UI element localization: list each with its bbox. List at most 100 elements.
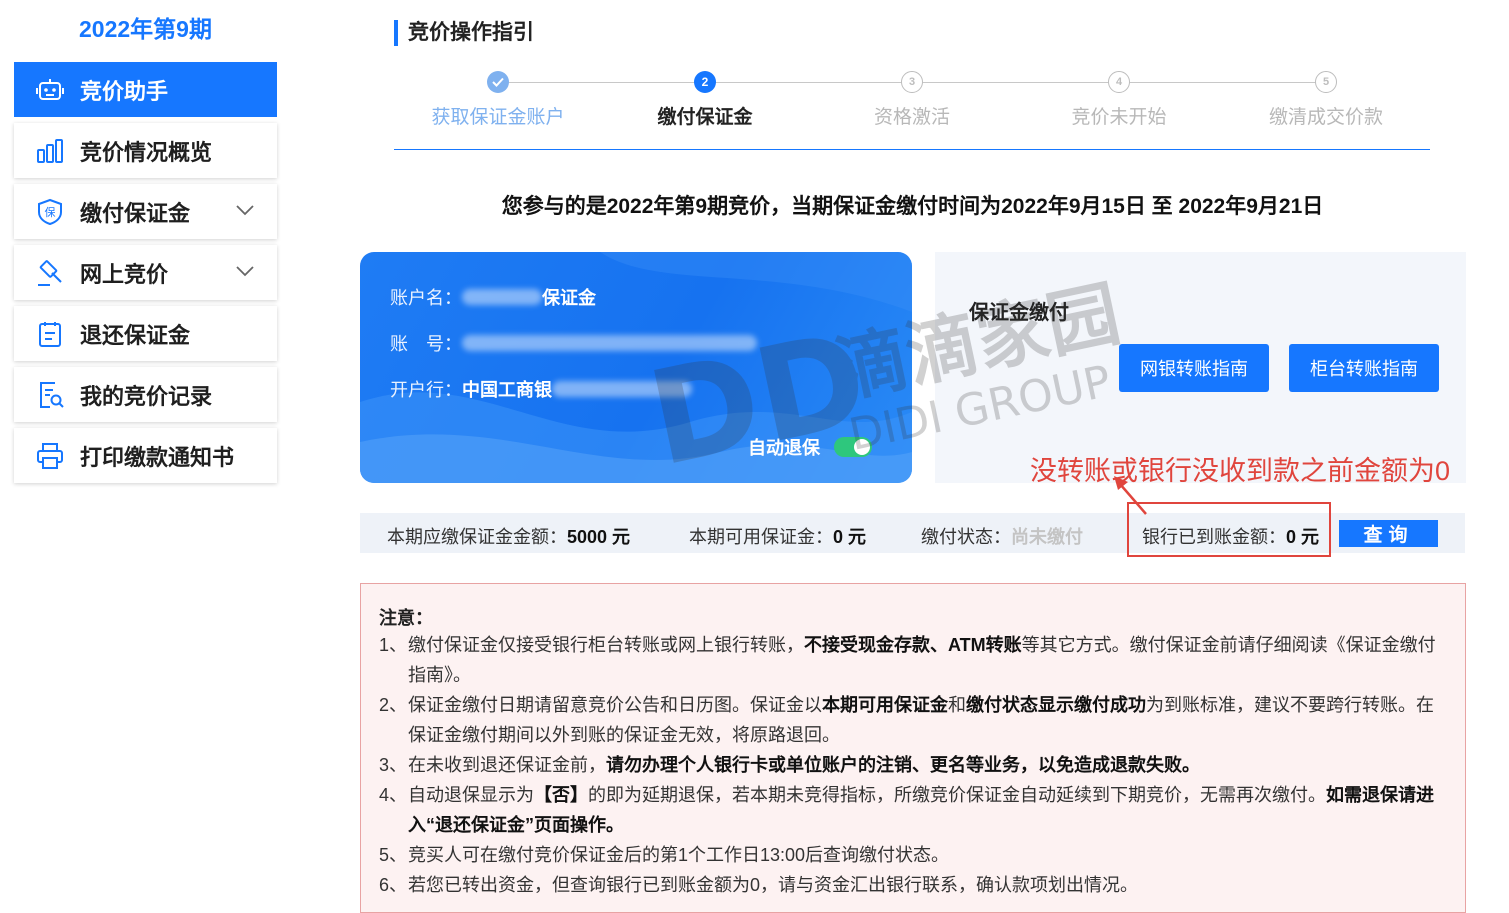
printer-icon [34,440,66,472]
available-amount-label: 本期可用保证金： [689,527,833,547]
note-number: 4、 [379,785,408,805]
note-emphasis: 【否】 [534,785,588,805]
chevron-down-icon[interactable] [235,264,255,282]
account-number-row: 账 号： [390,330,757,356]
note-emphasis: 不接受现金存款、ATM转账 [804,635,1022,655]
note-item: 5、 竞买人可在缴付竞价保证金后的第1个工作日13:00后查询缴付状态。 [379,840,1444,870]
check-icon [487,71,509,93]
sidebar-item-label: 退还保证金 [80,322,191,348]
auto-refund-control: 自动退保 [748,434,872,460]
step-label: 竞价未开始 [1071,107,1167,128]
note-segment: 的即为延期退保，若本期未竞得指标，所缴竞价保证金自动延续到下期竞价，无需再次缴付… [588,785,1326,805]
sidebar-item-label: 竞价情况概览 [80,139,213,165]
auto-refund-label: 自动退保 [748,438,820,458]
step-number: 3 [901,71,923,93]
note-number: 2、 [379,695,408,715]
annotation-text: 没转账或银行没收到款之前金额为0 [1030,456,1451,486]
redacted-account-number [462,335,757,351]
sidebar-item-label: 网上竞价 [80,261,169,287]
counter-transfer-guide-button[interactable]: 柜台转账指南 [1289,344,1439,392]
note-segment: 若您已转出资金，但查询银行已到账金额为0，请与资金汇出银行联系，确认款项划出情况… [408,875,1139,895]
step-number: 4 [1108,71,1130,93]
step-label: 获取保证金账户 [431,107,565,128]
note-segment: 和 [948,695,966,715]
deposit-account-card: 账户名： 保证金 账 号： 开户行： 中国工商银 自动退保 [360,252,912,483]
query-button[interactable]: 查询 [1339,520,1438,547]
online-transfer-guide-button[interactable]: 网银转账指南 [1119,344,1269,392]
account-name-label: 账户名： [390,288,462,308]
step-label: 资格激活 [873,107,950,128]
note-item: 1、 缴付保证金仅接受银行柜台转账或网上银行转账，不接受现金存款、ATM转账等其它… [379,630,1444,690]
sidebar-item-pay-deposit[interactable]: 保 缴付保证金 [14,184,277,239]
chevron-down-icon[interactable] [235,203,255,221]
step-pay-deposit[interactable]: 2 缴付保证金 [605,71,805,129]
note-number: 1、 [379,635,408,655]
payment-panel-title: 保证金缴付 [969,302,1069,324]
auto-refund-toggle[interactable] [834,437,872,457]
note-number: 6、 [379,875,408,895]
due-amount-label: 本期应缴保证金金额： [387,527,567,547]
payment-status-label: 缴付状态： [921,527,1011,547]
refund-document-icon [34,318,66,350]
note-segment: 竞买人可在缴付竞价保证金后的第1个工作日13:00后查询缴付状态。 [408,845,950,865]
step-number: 2 [694,71,716,93]
sidebar-item-refund-deposit[interactable]: 退还保证金 [14,306,277,361]
svg-text:保: 保 [45,205,56,219]
sidebar-item-print-notice[interactable]: 打印缴款通知书 [14,428,277,483]
payment-status-value: 尚未缴付 [1011,527,1083,547]
sidebar-item-bid-overview[interactable]: 竞价情况概览 [14,123,277,178]
sidebar-item-label: 竞价助手 [80,78,169,104]
available-amount: 本期可用保证金：0 元 [689,523,866,549]
note-text: 自动退保显示为【否】的即为延期退保，若本期未竞得指标，所缴竞价保证金自动延续到下… [379,780,1444,840]
redacted-text [552,381,692,397]
sidebar-item-my-bid-records[interactable]: 我的竞价记录 [14,367,277,422]
account-number-label: 账 号： [390,334,462,354]
note-text: 缴付保证金仅接受银行柜台转账或网上银行转账，不接受现金存款、ATM转账等其它方式… [379,630,1444,690]
note-text: 保证金缴付日期请留意竞价公告和日历图。保证金以本期可用保证金和缴付状态显示缴付成… [379,690,1444,750]
notes-title: 注意： [379,608,433,628]
gavel-icon [34,257,66,289]
payment-status: 缴付状态：尚未缴付 [921,523,1083,549]
bank-value: 中国工商银 [462,380,552,400]
note-emphasis: 缴付状态显示缴付成功 [966,695,1146,715]
robot-icon [34,74,66,106]
note-emphasis: 本期可用保证金 [822,695,948,715]
step-pay-final-price[interactable]: 5 缴清成交价款 [1226,71,1426,129]
step-label: 缴付保证金 [657,107,753,128]
step-label: 缴清成交价款 [1268,107,1383,128]
step-get-account[interactable]: 获取保证金账户 [398,71,598,129]
sidebar-item-bid-assistant[interactable]: 竞价助手 [14,62,277,117]
note-segment: 缴付保证金仅接受银行柜台转账或网上银行转账， [408,635,804,655]
note-item: 6、 若您已转出资金，但查询银行已到账金额为0，请与资金汇出银行联系，确认款项划出… [379,870,1444,900]
due-amount: 本期应缴保证金金额：5000 元 [387,523,630,549]
note-number: 3、 [379,755,408,775]
note-text: 竞买人可在缴付竞价保证金后的第1个工作日13:00后查询缴付状态。 [379,840,1444,870]
sidebar-menu: 竞价助手 竞价情况概览 保 缴付保证金 网上竞价 退还保证金 我的竞价记录 打印… [14,62,277,489]
note-item: 3、 在未收到退还保证金前，请勿办理个人银行卡或单位账户的注销、更名等业务，以免造… [379,750,1444,780]
note-text: 在未收到退还保证金前，请勿办理个人银行卡或单位账户的注销、更名等业务，以免造成退… [379,750,1444,780]
bar-chart-icon [34,135,66,167]
note-item: 4、 自动退保显示为【否】的即为延期退保，若本期未竞得指标，所缴竞价保证金自动延续… [379,780,1444,840]
note-item: 2、 保证金缴付日期请留意竞价公告和日历图。保证金以本期可用保证金和缴付状态显示缴… [379,690,1444,750]
shield-deposit-icon: 保 [34,196,66,228]
redacted-text [462,289,542,305]
toggle-knob [854,439,870,455]
sidebar-item-label: 我的竞价记录 [80,383,213,409]
step-number: 5 [1315,71,1337,93]
note-segment: 保证金缴付日期请留意竞价公告和日历图。保证金以 [408,695,822,715]
progress-steps: 获取保证金账户 2 缴付保证金 3 资格激活 4 竞价未开始 5 缴清成交价款 [394,68,1430,150]
note-emphasis: 请勿办理个人银行卡或单位账户的注销、更名等业务，以免造成退款失败。 [606,755,1200,775]
sidebar-item-online-bidding[interactable]: 网上竞价 [14,245,277,300]
bank-row: 开户行： 中国工商银 [390,376,692,402]
period-title: 2022年第9期 [79,16,212,42]
step-bidding-not-started[interactable]: 4 竞价未开始 [1019,71,1219,129]
period-notice: 您参与的是2022年第9期竞价，当期保证金缴付时间为2022年9月15日 至 2… [501,195,1324,218]
bank-label: 开户行： [390,380,462,400]
sidebar-item-label: 打印缴款通知书 [80,444,235,470]
due-amount-value: 5000 元 [567,527,631,547]
notes-panel: 注意： 1、 缴付保证金仅接受银行柜台转账或网上银行转账，不接受现金存款、ATM转… [360,583,1466,913]
step-qualification-activation[interactable]: 3 资格激活 [812,71,1012,129]
account-name-row: 账户名： 保证金 [390,284,596,310]
note-segment: 自动退保显示为 [408,785,534,805]
guide-title: 竞价操作指引 [394,20,534,46]
